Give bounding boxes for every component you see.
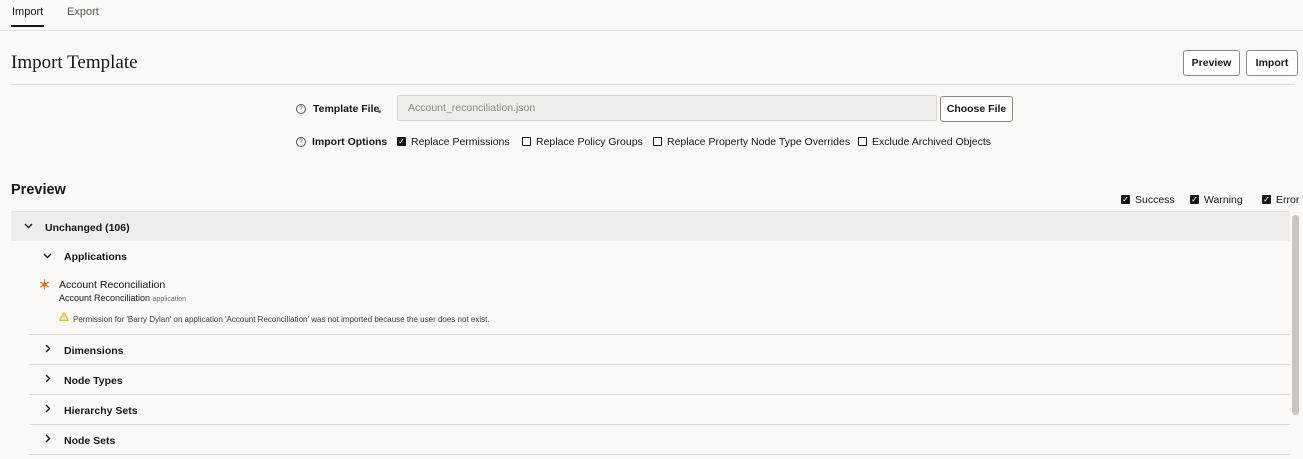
application-snowflake-icon xyxy=(39,279,50,290)
chevron-right-icon[interactable] xyxy=(45,344,51,353)
tab-import[interactable]: Import xyxy=(12,6,43,18)
row-divider xyxy=(29,424,1290,425)
row-divider xyxy=(29,364,1290,365)
success-filter-label: Success xyxy=(1135,194,1175,206)
application-item-name[interactable]: Account Reconciliation xyxy=(59,279,165,291)
help-icon[interactable]: ? xyxy=(296,104,306,114)
section-hierarchy-sets-label[interactable]: Hierarchy Sets xyxy=(64,405,138,417)
preview-section-title: Preview xyxy=(11,182,66,198)
tab-bar: Import Export xyxy=(0,0,1303,31)
success-filter-checkbox[interactable]: ✓ xyxy=(1121,195,1130,204)
replace-policy-groups-checkbox[interactable] xyxy=(522,137,531,146)
header-divider xyxy=(11,84,1295,85)
chevron-down-icon[interactable] xyxy=(24,223,33,229)
active-tab-indicator xyxy=(11,25,44,27)
replace-permissions-checkbox[interactable]: ✓ xyxy=(397,137,406,146)
template-file-label: Template File xyxy=(313,103,380,115)
preview-button[interactable]: Preview xyxy=(1183,50,1240,76)
warning-triangle-icon xyxy=(59,312,69,321)
warning-message: Permission for 'Barry Dylan' on applicat… xyxy=(73,315,490,324)
section-node-sets-label[interactable]: Node Sets xyxy=(64,435,115,447)
error-filter-label: Error xyxy=(1276,194,1300,206)
application-item-subtitle: Account Reconciliation application xyxy=(59,293,186,303)
replace-property-node-type-overrides-label: Replace Property Node Type Overrides xyxy=(667,136,851,148)
template-file-input[interactable]: Account_reconciliation.json xyxy=(397,95,937,121)
row-divider xyxy=(29,394,1290,395)
row-divider xyxy=(29,334,1290,335)
application-name-text: Account Reconciliation xyxy=(59,293,151,303)
warning-filter-label: Warning xyxy=(1204,194,1243,206)
import-button[interactable]: Import xyxy=(1246,50,1298,76)
exclude-archived-objects-label: Exclude Archived Objects xyxy=(872,136,992,148)
group-row-unchanged[interactable] xyxy=(11,212,1290,241)
tab-export[interactable]: Export xyxy=(67,6,99,18)
exclude-archived-objects-checkbox[interactable] xyxy=(858,137,867,146)
scrollbar-thumb[interactable] xyxy=(1292,215,1299,415)
warning-filter-checkbox[interactable]: ✓ xyxy=(1190,195,1199,204)
chevron-right-icon[interactable] xyxy=(45,404,51,413)
row-divider xyxy=(29,454,1290,455)
import-options-label: Import Options xyxy=(312,136,388,148)
page-title: Import Template xyxy=(11,52,138,73)
preview-tree: Unchanged (106) Applications Account Rec… xyxy=(11,211,1290,459)
replace-policy-groups-label: Replace Policy Groups xyxy=(536,136,643,148)
required-indicator xyxy=(378,110,381,113)
chevron-down-icon[interactable] xyxy=(43,253,52,259)
error-filter-checkbox[interactable]: ✓ xyxy=(1262,195,1271,204)
replace-permissions-label: Replace Permissions xyxy=(411,136,510,148)
chevron-right-icon[interactable] xyxy=(45,434,51,443)
replace-property-node-type-overrides-checkbox[interactable] xyxy=(653,137,662,146)
choose-file-button[interactable]: Choose File xyxy=(940,96,1013,122)
help-icon[interactable]: ? xyxy=(296,137,306,147)
chevron-right-icon[interactable] xyxy=(45,374,51,383)
application-type-text: application xyxy=(152,296,187,303)
applications-label: Applications xyxy=(64,251,128,263)
group-label-unchanged: Unchanged (106) xyxy=(45,222,130,234)
section-dimensions-label[interactable]: Dimensions xyxy=(64,345,124,357)
section-node-types-label[interactable]: Node Types xyxy=(64,375,123,387)
